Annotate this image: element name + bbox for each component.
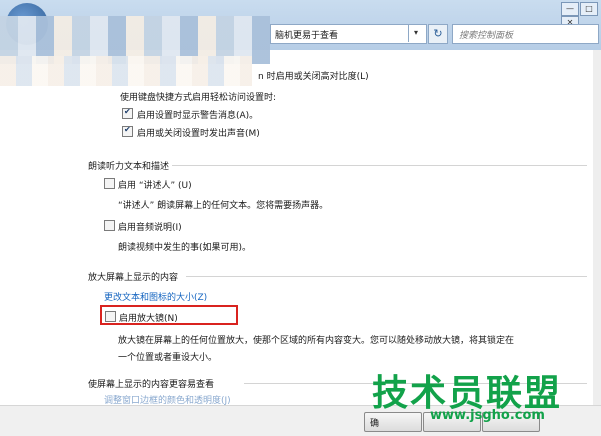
- high-contrast-line: n 时启用或关闭高对比度(L): [258, 72, 369, 82]
- search-placeholder: 搜索控制面板: [459, 31, 514, 41]
- address-bar[interactable]: 脑机更易于查看: [270, 24, 427, 44]
- magnifier-description-2: 一个位置或者重设大小。: [118, 353, 218, 363]
- narrator-checkbox[interactable]: [104, 178, 115, 189]
- sound-checkbox[interactable]: [122, 125, 133, 137]
- minimize-icon[interactable]: —: [561, 2, 579, 16]
- warning-checkbox[interactable]: [122, 107, 133, 119]
- sound-label: 启用或关闭设置时发出声音(M): [137, 129, 260, 139]
- divider: [172, 165, 587, 166]
- audio-description-label: 启用音频说明(I): [118, 223, 182, 233]
- mosaic-blur-lower: [0, 56, 252, 86]
- divider: [186, 276, 587, 277]
- section-narrator-heading: 朗读听力文本和描述: [88, 162, 170, 172]
- audio-description-checkbox[interactable]: [104, 220, 115, 231]
- shortcut-heading: 使用键盘快捷方式启用轻松访问设置时:: [120, 93, 277, 103]
- narrator-description: “讲述人” 朗读屏幕上的任何文本。您将需要扬声器。: [118, 201, 329, 211]
- maximize-icon[interactable]: □: [580, 2, 598, 16]
- section-magnify-heading: 放大屏幕上显示的内容: [88, 273, 179, 283]
- section-visible-heading: 使屏幕上显示的内容更容易查看: [88, 380, 215, 390]
- magnifier-label: 启用放大镜(N): [119, 314, 178, 324]
- search-input[interactable]: 搜索控制面板: [452, 24, 599, 44]
- audio-description-text: 朗读视频中发生的事(如果可用)。: [118, 243, 252, 253]
- ok-button-label: 确: [370, 419, 380, 429]
- magnifier-description: 放大镜在屏幕上的任何位置放大，使那个区域的所有内容变大。您可以随处移动放大镜，将…: [118, 336, 515, 346]
- scrollbar[interactable]: [593, 50, 601, 405]
- watermark-url: www.jsgho.com: [430, 408, 545, 423]
- narrator-label: 启用 “讲述人” (U): [118, 181, 192, 191]
- magnifier-checkbox[interactable]: [105, 311, 116, 322]
- text-size-link[interactable]: 更改文本和图标的大小(Z): [104, 290, 207, 303]
- refresh-icon[interactable]: ↻: [428, 24, 448, 44]
- chevron-down-icon[interactable]: ▾: [408, 24, 423, 42]
- warning-label: 启用设置时显示警告消息(A)。: [137, 111, 259, 121]
- address-text: 脑机更易于查看: [275, 31, 339, 41]
